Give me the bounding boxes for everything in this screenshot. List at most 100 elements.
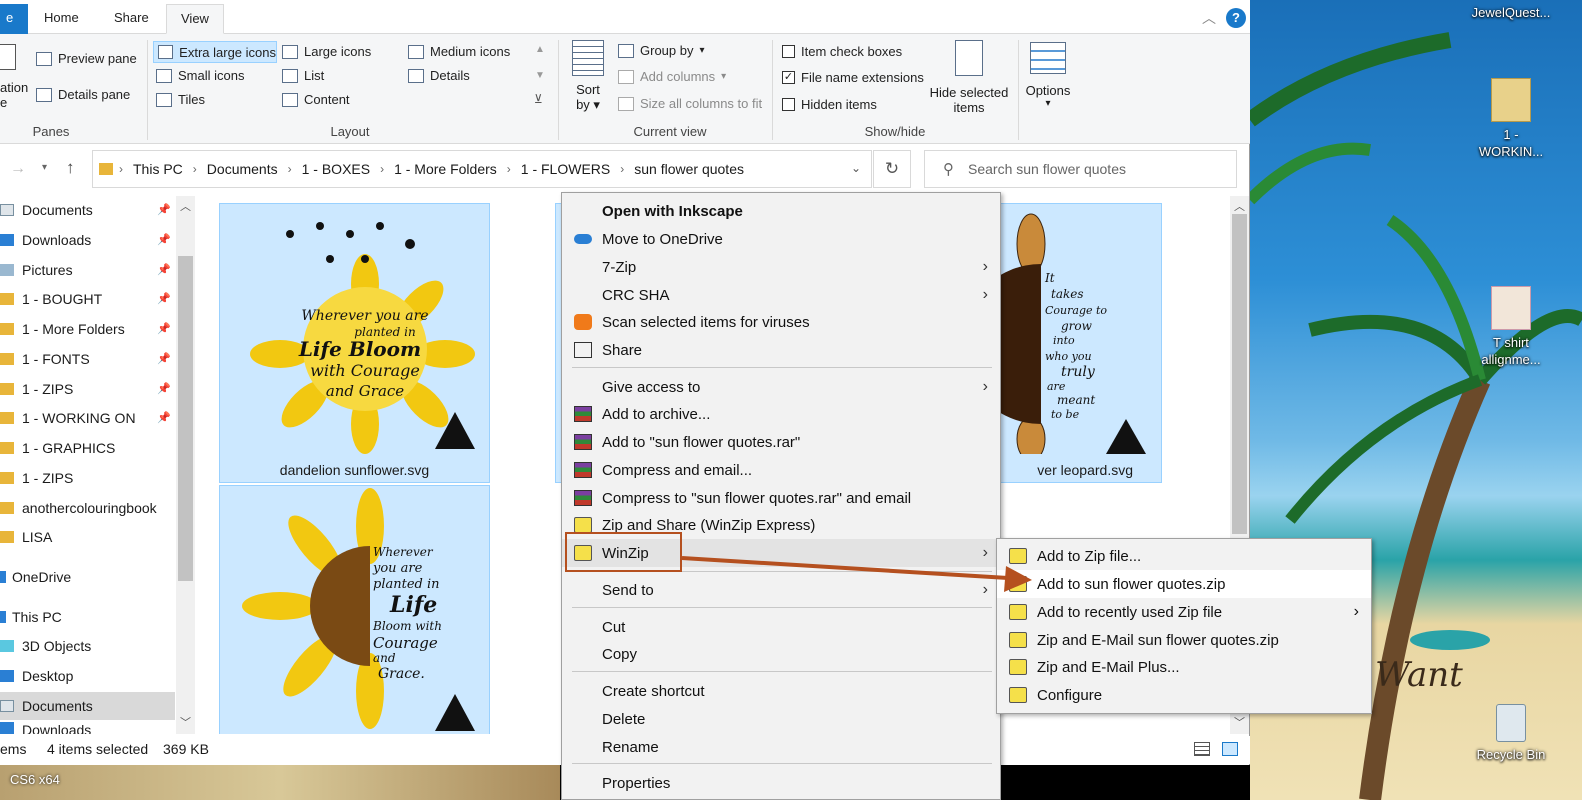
nav-item-bought[interactable]: 1 - BOUGHT 📌 [0, 285, 175, 313]
tab-file[interactable]: e [0, 4, 28, 34]
file-item-dandelion-sunflower[interactable]: Wherever you are planted in Life Bloom w… [219, 203, 490, 483]
file-item-sunflower-half[interactable]: Wherever you are planted in Life Bloom w… [219, 485, 490, 734]
menu-item-copy[interactable]: Copy [562, 640, 1000, 668]
layout-content[interactable]: Content [282, 92, 350, 107]
up-arrow-icon[interactable]: ↑ [66, 158, 75, 178]
layout-medium-icons[interactable]: Medium icons [408, 44, 510, 59]
content-scrollbar-thumb[interactable] [1232, 214, 1247, 534]
submenu-item-configure[interactable]: Configure [997, 681, 1371, 709]
breadcrumb-this-pc[interactable]: This PC [133, 161, 183, 177]
help-icon[interactable]: ? [1226, 8, 1246, 28]
menu-item-rename[interactable]: Rename [562, 733, 1000, 761]
layout-scroll-down-icon[interactable]: ▼ [535, 70, 545, 81]
tab-share[interactable]: Share [100, 4, 163, 34]
hide-selected-items-button[interactable]: Hide selected items [926, 40, 1012, 115]
address-bar[interactable]: › This PC › Documents › 1 - BOXES › 1 - … [92, 150, 872, 188]
nav-scrollbar-thumb[interactable] [178, 256, 193, 581]
nav-item-downloads-2[interactable]: Downloads [0, 722, 175, 734]
hidden-items-toggle[interactable]: Hidden items [782, 97, 877, 112]
recent-locations-icon[interactable]: ▾ [42, 162, 47, 173]
menu-item-7zip[interactable]: 7-Zip › [562, 253, 1000, 281]
desktop-icon-recycle-bin[interactable]: Recycle Bin [1465, 704, 1557, 763]
layout-large-icons[interactable]: Large icons [282, 44, 371, 59]
layout-tiles[interactable]: Tiles [156, 92, 205, 107]
large-icons-view-icon[interactable] [1222, 742, 1238, 756]
search-box[interactable]: ⚲ Search sun flower quotes [924, 150, 1237, 188]
navigation-pane-button[interactable]: ation e [0, 44, 30, 110]
details-view-icon[interactable] [1194, 742, 1210, 756]
preview-pane-button[interactable]: Preview pane [36, 51, 137, 66]
nav-item-more-folders[interactable]: 1 - More Folders 📌 [0, 315, 175, 343]
layout-details[interactable]: Details [408, 68, 470, 83]
menu-item-cut[interactable]: Cut [562, 613, 1000, 641]
layout-small-icons[interactable]: Small icons [156, 68, 244, 83]
menu-item-send-to[interactable]: Send to › [562, 576, 1000, 604]
menu-item-delete[interactable]: Delete [562, 705, 1000, 733]
nav-item-this-pc[interactable]: This PC [0, 603, 175, 631]
file-name-extensions-toggle[interactable]: ✓ File name extensions [782, 70, 924, 85]
scroll-up-icon[interactable]: ︿ [180, 198, 191, 214]
menu-item-compress-rar-email[interactable]: Compress to "sun flower quotes.rar" and … [562, 484, 1000, 512]
add-columns-button[interactable]: Add columns ▾ [618, 69, 726, 84]
collapse-ribbon-icon[interactable]: ︿ [1202, 8, 1216, 28]
layout-expand-icon[interactable]: ⊻ [534, 92, 543, 106]
nav-item-3d-objects[interactable]: 3D Objects [0, 632, 175, 660]
tab-home[interactable]: Home [30, 4, 93, 34]
nav-scrollbar[interactable]: ︿ ﹀ [176, 196, 195, 734]
nav-item-lisa[interactable]: LISA [0, 523, 175, 551]
submenu-item-add-to-zip[interactable]: Add to Zip file... [997, 542, 1371, 570]
nav-item-zips-2[interactable]: 1 - ZIPS [0, 464, 175, 492]
taskbar-app-label[interactable]: CS6 x64 [10, 772, 60, 787]
menu-item-scan-viruses[interactable]: Scan selected items for viruses [562, 308, 1000, 336]
submenu-item-recently-used-zip[interactable]: Add to recently used Zip file › [997, 598, 1371, 626]
menu-item-add-to-rar[interactable]: Add to "sun flower quotes.rar" [562, 428, 1000, 456]
menu-item-give-access[interactable]: Give access to › [562, 373, 1000, 401]
refresh-icon[interactable]: ↻ [873, 150, 911, 188]
desktop-icon-jewelquest[interactable]: JewelQuest... [1465, 4, 1557, 21]
nav-item-graphics[interactable]: 1 - GRAPHICS [0, 434, 175, 462]
item-checkboxes-toggle[interactable]: Item check boxes [782, 44, 902, 59]
menu-item-add-to-archive[interactable]: Add to archive... [562, 400, 1000, 428]
nav-item-documents-2[interactable]: Documents [0, 692, 175, 720]
menu-item-move-to-onedrive[interactable]: Move to OneDrive [562, 225, 1000, 253]
breadcrumb-boxes[interactable]: 1 - BOXES [302, 161, 370, 177]
nav-item-working-on[interactable]: 1 - WORKING ON 📌 [0, 404, 175, 432]
desktop-icon-working[interactable]: 1 - WORKIN... [1465, 78, 1557, 160]
forward-arrow-icon[interactable]: → [10, 160, 26, 178]
file-item-sunflower-leopard[interactable]: It takes Courage to grow into who you tr… [1000, 203, 1162, 483]
nav-item-zips[interactable]: 1 - ZIPS 📌 [0, 375, 175, 403]
size-columns-button[interactable]: Size all columns to fit [618, 96, 762, 111]
desktop-icon-tshirt[interactable]: T shirt allignme... [1465, 286, 1557, 368]
sort-by-button[interactable]: Sort by ▾ [568, 40, 608, 113]
breadcrumb-documents[interactable]: Documents [207, 161, 278, 177]
nav-item-anothercolouringbook[interactable]: anothercolouringbook [0, 494, 175, 522]
details-pane-button[interactable]: Details pane [36, 87, 130, 102]
layout-scroll-up-icon[interactable]: ▲ [535, 44, 545, 55]
submenu-item-add-to-sun-flower-quotes-zip[interactable]: Add to sun flower quotes.zip [997, 570, 1371, 598]
menu-item-create-shortcut[interactable]: Create shortcut [562, 677, 1000, 705]
options-button[interactable]: Options ▾ [1022, 42, 1074, 109]
group-by-button[interactable]: Group by ▾ [618, 43, 705, 58]
submenu-item-zip-email[interactable]: Zip and E-Mail sun flower quotes.zip [997, 626, 1371, 654]
submenu-item-zip-email-plus[interactable]: Zip and E-Mail Plus... [997, 653, 1371, 681]
address-dropdown-icon[interactable]: ⌄ [851, 161, 861, 175]
menu-item-open-with-inkscape[interactable]: Open with Inkscape [562, 197, 1000, 225]
nav-item-downloads[interactable]: Downloads 📌 [0, 226, 175, 254]
menu-item-properties[interactable]: Properties [562, 769, 1000, 797]
nav-item-documents[interactable]: Documents 📌 [0, 196, 175, 224]
breadcrumb-flowers[interactable]: 1 - FLOWERS [521, 161, 610, 177]
breadcrumb-more-folders[interactable]: 1 - More Folders [394, 161, 497, 177]
scroll-up-icon[interactable]: ︿ [1234, 198, 1245, 214]
nav-item-fonts[interactable]: 1 - FONTS 📌 [0, 345, 175, 373]
nav-item-pictures[interactable]: Pictures 📌 [0, 256, 175, 284]
menu-item-share[interactable]: Share [562, 336, 1000, 364]
layout-list[interactable]: List [282, 68, 324, 83]
nav-item-onedrive[interactable]: OneDrive [0, 563, 175, 591]
breadcrumb-sun-flower-quotes[interactable]: sun flower quotes [634, 161, 744, 177]
scroll-down-icon[interactable]: ﹀ [1234, 714, 1245, 730]
tab-view[interactable]: View [166, 4, 224, 34]
nav-item-desktop[interactable]: Desktop [0, 662, 175, 690]
scroll-down-icon[interactable]: ﹀ [180, 714, 191, 730]
menu-item-crc-sha[interactable]: CRC SHA › [562, 281, 1000, 309]
layout-extra-large-icons[interactable]: Extra large icons [153, 41, 277, 63]
